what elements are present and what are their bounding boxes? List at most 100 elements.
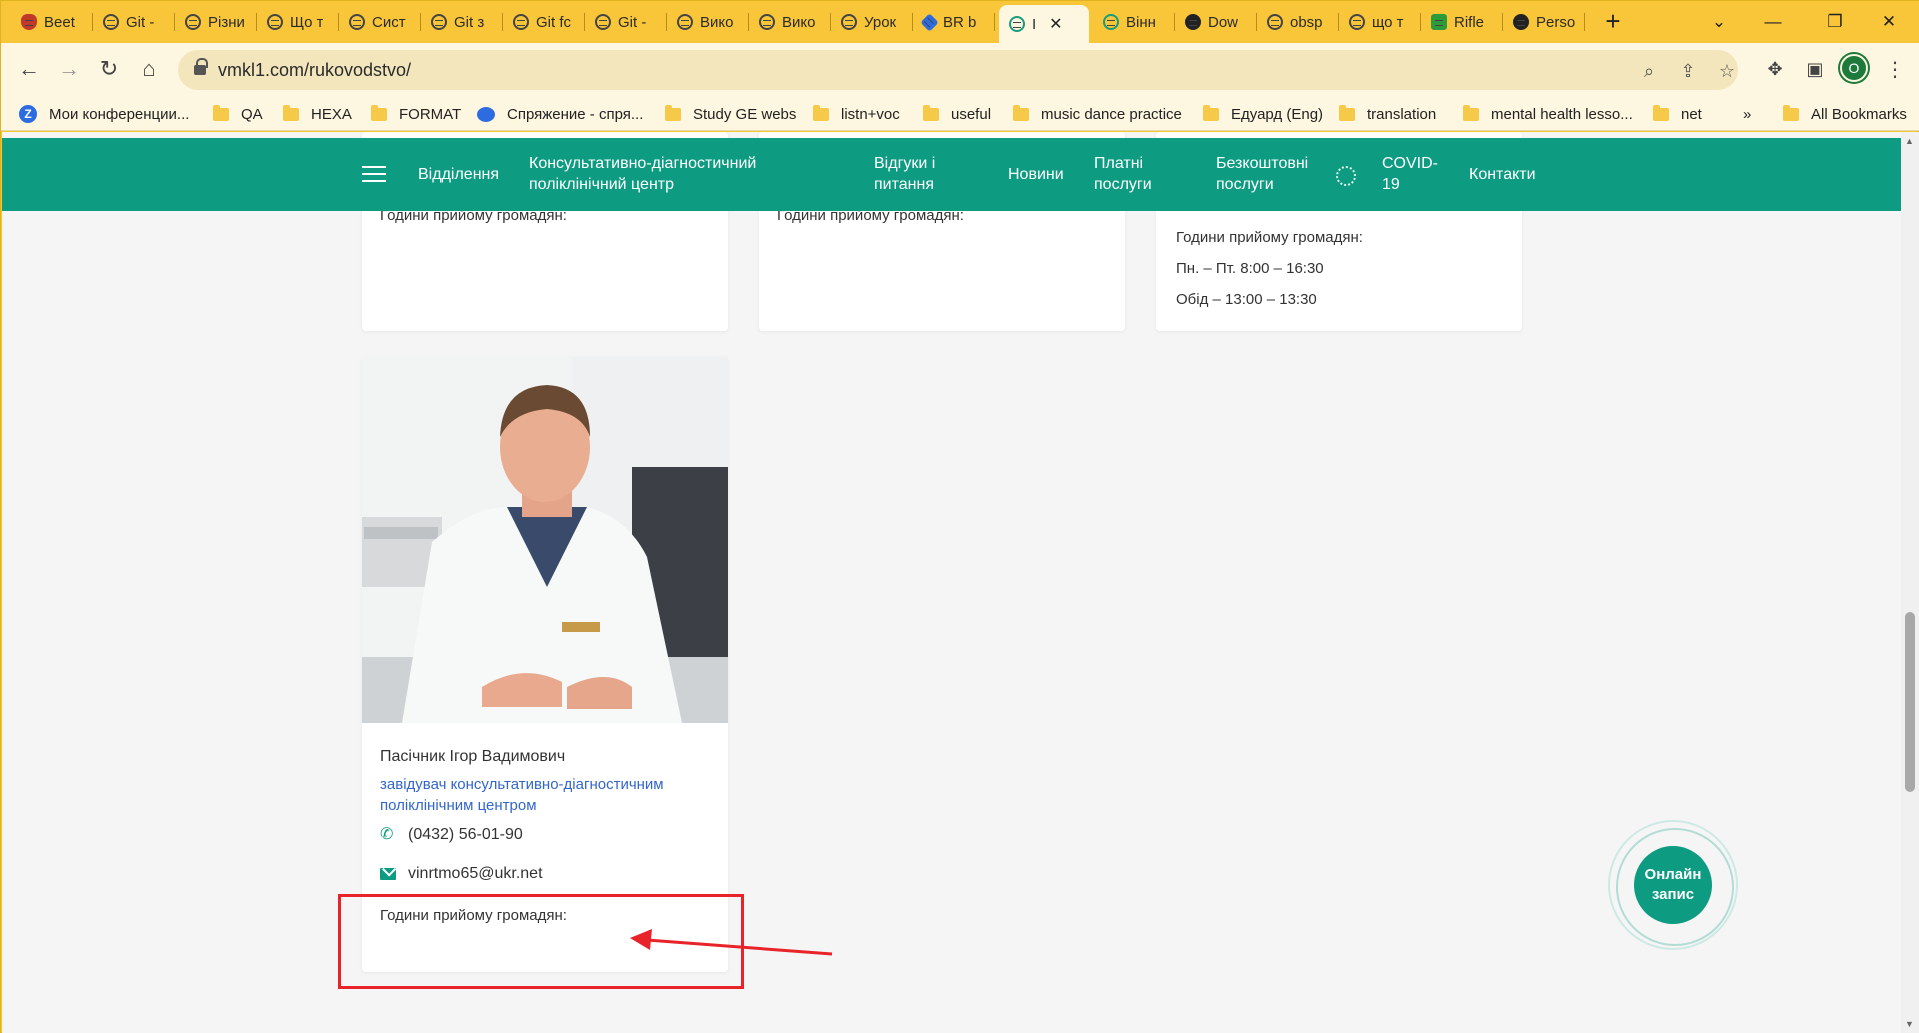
nav-consult-center[interactable]: Консультативно-діагностичний поліклінічн… [529,153,756,195]
globe-icon [103,14,119,30]
hamburger-menu-icon[interactable] [362,166,386,182]
bookmark-1[interactable]: QA [213,104,263,124]
folder-icon [1203,104,1219,121]
bookmarks-overflow-button[interactable]: » [1743,104,1751,124]
tab-5[interactable]: Git з [421,7,503,37]
zoom-magnifier-icon[interactable]: ⌕ [1636,58,1662,84]
nav-contacts[interactable]: Контакти [1469,164,1536,185]
bookmark-12[interactable]: net [1653,104,1702,124]
bookmark-label: useful [951,105,992,123]
online-booking-widget: Онлайн запис [1608,820,1738,950]
globe-icon [513,14,529,30]
tab-16[interactable]: що т [1339,7,1421,37]
nav-departments[interactable]: Відділення [418,164,499,185]
folder-icon [371,104,387,121]
bookmark-label: QA [241,105,263,123]
tab-0[interactable]: Beet [11,7,93,37]
caduceus-icon [1009,16,1025,32]
tab-1[interactable]: Git - [93,7,175,37]
bookmark-10[interactable]: translation [1339,104,1436,124]
page-scrollbar[interactable]: ▲ ▼ [1901,132,1919,1033]
globe-icon [349,14,365,30]
tab-10[interactable]: Урок [831,7,913,37]
folder-icon [213,104,229,121]
tab-search-chevron-icon[interactable]: ⌄ [1697,5,1741,39]
tab-14[interactable]: Dow [1175,7,1257,37]
nav-covid[interactable]: COVID- 19 [1382,153,1438,195]
tab-7[interactable]: Git - [585,7,667,37]
bookmark-5[interactable]: Study GE webs [665,104,796,124]
nav-reviews[interactable]: Відгуки і питання [874,153,935,195]
extensions-puzzle-icon[interactable]: ✥ [1759,53,1791,85]
diamond-icon [920,12,939,32]
bookmark-6[interactable]: listn+voc [813,104,900,124]
nav-news[interactable]: Новини [1008,164,1064,185]
tab-11[interactable]: BR b [913,7,995,37]
close-tab-icon[interactable]: ✕ [1049,14,1062,34]
tab-6[interactable]: Git fc [503,7,585,37]
tab-8[interactable]: Вико [667,7,749,37]
close-window-button[interactable]: ✕ [1867,5,1911,39]
nav-paid-services[interactable]: Платні послуги [1094,153,1152,195]
bookmark-8[interactable]: music dance practice [1013,104,1182,124]
scroll-up-arrow-icon[interactable]: ▲ [1905,136,1914,146]
github-icon [1513,14,1529,30]
tab-9[interactable]: Вико [749,7,831,37]
online-booking-button[interactable]: Онлайн запис [1634,846,1712,924]
share-icon[interactable]: ⇪ [1675,58,1701,84]
booking-line2: запис [1651,886,1695,903]
folder-icon [813,104,829,121]
bookmark-9[interactable]: Едуард (Eng) [1203,104,1323,124]
reload-icon[interactable]: ↻ [93,53,125,85]
bookmark-3[interactable]: FORMAT [371,104,461,124]
lock-icon[interactable] [194,58,208,76]
minimize-button[interactable]: — [1751,5,1795,39]
site-header: Відділення Консультативно-діагностичний … [2,138,1901,211]
nav-consult-center-line1: Консультативно-діагностичний [529,155,757,172]
tab-label: BR b [943,13,977,31]
position-line2: поліклінічним центром [380,797,537,814]
bookmark-4[interactable]: Спряжение - спря... [477,104,643,124]
tab-4[interactable]: Сист [339,7,421,37]
bookmark-label: translation [1367,105,1437,123]
back-arrow-icon[interactable]: ← [13,53,45,85]
bookmark-label: Едуард (Eng) [1231,105,1324,123]
tab-2[interactable]: Різни [175,7,257,37]
tab-label: I [1032,15,1037,33]
email-address[interactable]: vinrtmo65@ukr.net [408,865,543,883]
person-position[interactable]: завідувач консультативно-діагностичним п… [380,774,664,816]
bookmark-label: music dance practice [1041,105,1182,123]
phone-number[interactable]: (0432) 56-01-90 [408,826,523,844]
nav-free-services[interactable]: Безкоштовні послуги [1216,153,1308,195]
bookmark-11[interactable]: mental health lesso... [1463,104,1633,124]
home-icon[interactable]: ⌂ [133,53,165,85]
nav-consult-center-line2: поліклінічний центр [529,176,674,193]
tab-3[interactable]: Що т [257,7,339,37]
tab-15[interactable]: obsp [1257,7,1339,37]
scroll-thumb[interactable] [1905,612,1915,792]
tab-12-active[interactable]: I ✕ [999,5,1089,43]
forward-arrow-icon[interactable]: → [53,53,85,85]
scroll-down-arrow-icon[interactable]: ▼ [1905,1019,1914,1029]
bookmark-star-icon[interactable]: ☆ [1714,58,1740,84]
tab-18[interactable]: Perso [1503,7,1585,37]
hours-weekdays: Пн. – Пт. 8:00 – 16:30 [1176,260,1324,277]
phone-icon: ✆ [380,826,394,843]
url-text[interactable]: vmkl1.com/rukovodstvo/ [218,60,411,81]
bookmark-0[interactable]: Z Мои конференции... [19,104,189,124]
beet-icon [21,14,37,30]
side-panel-icon[interactable]: ▣ [1799,53,1831,85]
tab-13[interactable]: Вінн [1093,7,1175,37]
all-bookmarks[interactable]: All Bookmarks [1783,104,1907,124]
restore-button[interactable]: ❐ [1813,5,1857,39]
tab-label: Git з [454,13,485,31]
nav-free-line1: Безкоштовні [1216,155,1309,172]
profile-avatar[interactable]: O [1840,54,1868,82]
envelope-icon [380,868,396,880]
more-menu-icon[interactable]: ⋮ [1879,53,1911,85]
address-bar[interactable]: vmkl1.com/rukovodstvo/ ⌕ ⇪ ☆ [178,50,1738,90]
tab-17[interactable]: Rifle [1421,7,1503,37]
new-tab-button[interactable]: + [1598,7,1628,37]
bookmark-2[interactable]: HEXA [283,104,352,124]
bookmark-7[interactable]: useful [923,104,991,124]
